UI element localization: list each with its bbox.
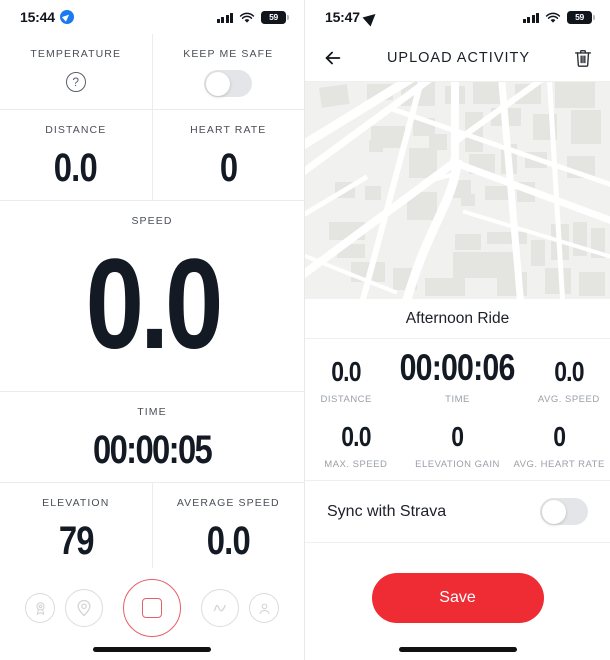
row-time: TIME 00:00:05 xyxy=(0,392,304,483)
profile-avatar-icon[interactable] xyxy=(249,593,279,623)
battery-level-text: 59 xyxy=(269,12,278,22)
stat-elevation-gain: 0 ELEVATION GAIN xyxy=(407,421,509,471)
stats-row-primary: 0.0 DISTANCE 00:00:06 TIME 0.0 AVG. SPEE… xyxy=(305,339,610,415)
upload-activity-screen: 15:47 59 UPLOAD ACTIVITY Afternoon Ride … xyxy=(305,0,610,660)
stop-square-icon xyxy=(142,598,162,618)
battery-icon: 59 xyxy=(261,10,289,24)
page-title: UPLOAD ACTIVITY xyxy=(386,49,531,66)
wifi-icon xyxy=(239,11,255,23)
stat-value: 0 xyxy=(553,421,566,452)
trash-icon[interactable] xyxy=(572,46,594,70)
stat-label: ELEVATION GAIN xyxy=(415,459,500,470)
row-speed: SPEED 0.0 xyxy=(0,201,304,392)
cellular-signal-icon xyxy=(522,12,539,23)
help-circle-icon[interactable]: ? xyxy=(65,72,86,92)
activity-route-map[interactable] xyxy=(305,82,610,299)
location-arrow-icon xyxy=(365,11,378,24)
metric-label: AVERAGE SPEED xyxy=(176,497,280,509)
stat-value: 0.0 xyxy=(341,421,371,452)
status-time-left: 15:44 xyxy=(20,9,74,25)
save-button[interactable]: Save xyxy=(371,573,544,623)
wifi-icon xyxy=(545,11,561,23)
row-temperature-safety: TEMPERATURE ? KEEP ME SAFE xyxy=(0,34,304,110)
achievements-medal-icon[interactable] xyxy=(25,593,55,623)
home-indicator xyxy=(398,647,517,652)
stop-recording-button[interactable] xyxy=(123,579,181,637)
stat-label: AVG. HEART RATE xyxy=(513,459,605,470)
metric-label: TIME xyxy=(137,406,167,418)
metric-heart-rate: HEART RATE 0 xyxy=(151,110,305,200)
row-distance-heartrate: DISTANCE 0.0 HEART RATE 0 xyxy=(0,110,304,201)
stat-label: DISTANCE xyxy=(320,394,372,405)
row-elevation-avgspeed: ELEVATION 79 AVERAGE SPEED 0.0 xyxy=(0,483,304,578)
metric-label: ELEVATION xyxy=(42,497,110,509)
route-squiggle-icon[interactable] xyxy=(201,589,239,627)
stat-value: 00:00:06 xyxy=(400,347,516,388)
status-indicators-left: 59 xyxy=(216,10,289,24)
metric-value: 0.0 xyxy=(85,233,223,376)
metric-value: 0.0 xyxy=(54,146,98,190)
metric-label: DISTANCE xyxy=(45,124,107,136)
stat-value: 0.0 xyxy=(554,356,584,387)
help-glyph: ? xyxy=(72,75,80,89)
battery-level-text: 59 xyxy=(575,12,584,22)
metric-value: 00:00:05 xyxy=(92,428,213,472)
activity-title[interactable]: Afternoon Ride xyxy=(305,299,610,339)
metric-label: TEMPERATURE xyxy=(30,48,122,60)
stat-avg-heart-rate: 0 AVG. HEART RATE xyxy=(508,421,610,471)
status-bar-right: 15:47 59 xyxy=(305,0,610,34)
stat-label: TIME xyxy=(445,394,470,405)
stat-time: 00:00:06 TIME xyxy=(387,349,527,405)
metric-temperature: TEMPERATURE ? xyxy=(0,34,152,109)
bottom-navigation-bar xyxy=(0,568,304,660)
app-bar: UPLOAD ACTIVITY xyxy=(305,34,610,82)
save-button-container: Save xyxy=(305,543,610,623)
status-bar-left: 15:44 59 xyxy=(0,0,304,34)
sync-with-strava-row[interactable]: Sync with Strava xyxy=(305,481,610,543)
keep-me-safe-toggle[interactable] xyxy=(204,70,253,97)
metric-distance: DISTANCE 0.0 xyxy=(0,110,152,200)
status-time-text: 15:44 xyxy=(20,9,55,25)
status-time-right: 15:47 xyxy=(325,9,378,25)
stat-distance: 0.0 DISTANCE xyxy=(305,356,387,406)
location-arrow-badge-icon xyxy=(59,10,74,24)
stats-row-secondary: 0.0 MAX. SPEED 0 ELEVATION GAIN 0 AVG. H… xyxy=(305,415,610,481)
status-time-text: 15:47 xyxy=(325,9,360,25)
home-indicator xyxy=(93,647,211,652)
metric-label: HEART RATE xyxy=(190,124,267,136)
metric-label: SPEED xyxy=(131,215,173,227)
metric-label: KEEP ME SAFE xyxy=(183,48,274,60)
battery-icon: 59 xyxy=(567,10,595,24)
metric-value: 79 xyxy=(58,519,94,563)
metric-speed: SPEED 0.0 xyxy=(0,201,304,391)
sync-label: Sync with Strava xyxy=(327,502,447,520)
location-pin-icon[interactable] xyxy=(65,589,103,627)
stat-value: 0.0 xyxy=(331,356,361,387)
metric-keep-me-safe: KEEP ME SAFE xyxy=(151,34,305,109)
cellular-signal-icon xyxy=(216,12,233,23)
dual-screenshot: 15:44 59 TEMPERATURE ? KEEP ME SAFE DIST… xyxy=(0,0,610,660)
toggle-knob xyxy=(541,499,566,524)
stat-label: MAX. SPEED xyxy=(324,459,388,470)
status-indicators-right: 59 xyxy=(522,10,595,24)
ride-tracking-screen: 15:44 59 TEMPERATURE ? KEEP ME SAFE DIST… xyxy=(0,0,305,660)
metric-value: 0 xyxy=(219,146,238,190)
stat-value: 0 xyxy=(451,421,465,452)
back-arrow-icon[interactable] xyxy=(321,46,345,70)
sync-toggle[interactable] xyxy=(540,498,588,525)
toggle-knob xyxy=(205,71,230,96)
metric-time: TIME 00:00:05 xyxy=(0,392,304,482)
stat-avg-speed: 0.0 AVG. SPEED xyxy=(528,356,610,406)
metric-value: 0.0 xyxy=(206,519,251,563)
metric-elevation: ELEVATION 79 xyxy=(0,483,152,577)
stat-label: AVG. SPEED xyxy=(537,394,600,405)
stat-max-speed: 0.0 MAX. SPEED xyxy=(305,421,407,471)
metric-average-speed: AVERAGE SPEED 0.0 xyxy=(151,483,305,577)
